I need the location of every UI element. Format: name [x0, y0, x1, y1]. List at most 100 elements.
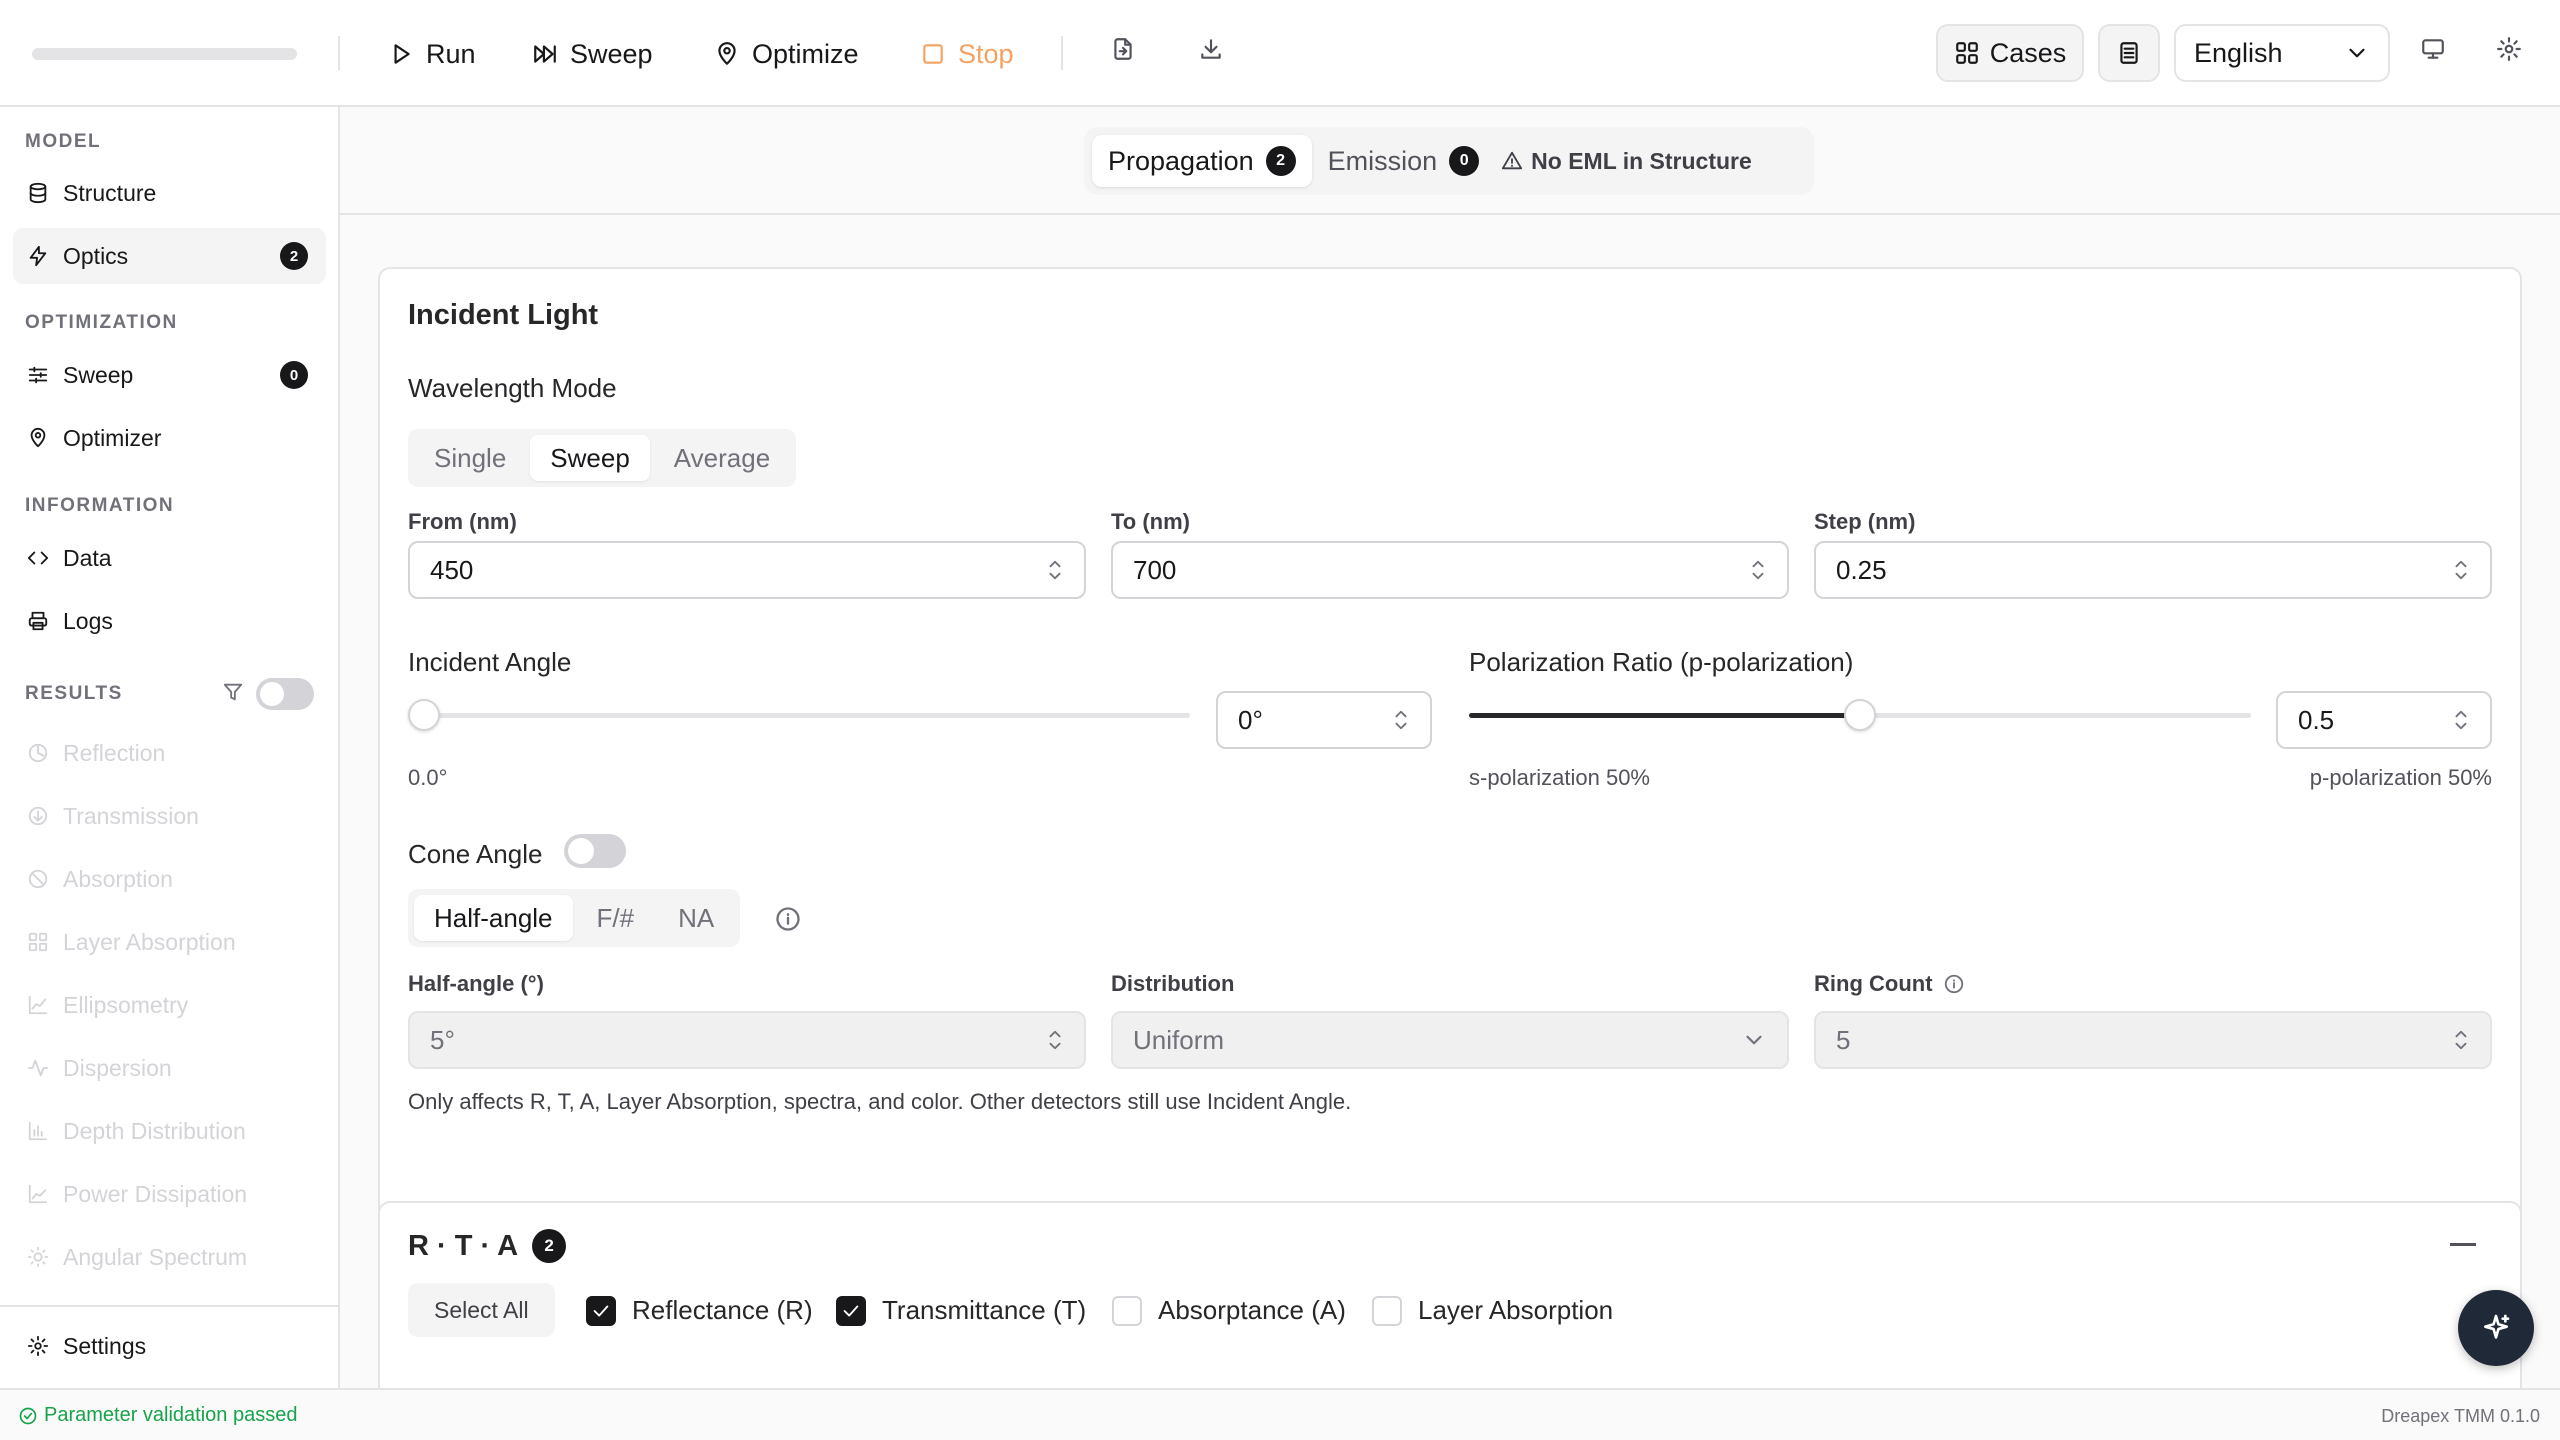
checkbox-absorptance[interactable]: Absorptance (A)	[1112, 1295, 1346, 1326]
run-button[interactable]: Run	[388, 30, 476, 78]
stop-button[interactable]: Stop	[920, 30, 1014, 78]
checkbox-layer-absorption[interactable]: Layer Absorption	[1372, 1295, 1613, 1326]
sidebar-item-label: Absorption	[63, 865, 173, 892]
mode-sweep[interactable]: Sweep	[530, 435, 650, 481]
to-input[interactable]: 700	[1111, 541, 1789, 599]
sidebar-item-absorption[interactable]: Absorption	[13, 851, 326, 907]
from-input[interactable]: 450	[408, 541, 1086, 599]
incident-angle-input[interactable]: 0°	[1216, 691, 1432, 749]
from-label: From (nm)	[408, 509, 517, 534]
warning-text: No EML in Structure	[1531, 147, 1752, 174]
sidebar-item-layer-absorption[interactable]: Layer Absorption	[13, 914, 326, 970]
spinner-icon[interactable]	[2450, 549, 2472, 591]
sweep-button[interactable]: Sweep	[532, 30, 653, 78]
optimize-button[interactable]: Optimize	[714, 30, 859, 78]
sidebar-item-label: Transmission	[63, 802, 199, 829]
status-bar: Parameter validation passed Dreapex TMM …	[0, 1388, 2560, 1440]
sidebar-item-power-dissipation[interactable]: Power Dissipation	[13, 1166, 326, 1222]
slider-thumb[interactable]	[408, 699, 440, 731]
cone-mode-na[interactable]: NA	[658, 895, 734, 941]
sidebar-item-ellipsometry[interactable]: Ellipsometry	[13, 977, 326, 1033]
language-select[interactable]: English	[2174, 24, 2390, 82]
checkbox-transmittance[interactable]: Transmittance (T)	[836, 1295, 1086, 1326]
spinner-icon[interactable]	[1044, 1019, 1066, 1061]
display-button[interactable]	[2420, 36, 2446, 62]
sidebar-item-label: Reflection	[63, 739, 166, 766]
sidebar-item-reflection[interactable]: Reflection	[13, 725, 326, 781]
checkbox-box[interactable]	[836, 1295, 866, 1326]
checkbox-box[interactable]	[1372, 1295, 1402, 1326]
grid-icon	[1955, 42, 1978, 64]
spinner-icon[interactable]	[2450, 699, 2472, 741]
spinner-icon[interactable]	[1044, 549, 1066, 591]
info-icon[interactable]	[1943, 973, 1965, 995]
optimize-label: Optimize	[752, 38, 859, 69]
download-icon	[1201, 39, 1221, 59]
check-icon	[593, 1305, 609, 1316]
tab-propagation[interactable]: Propagation 2	[1092, 135, 1312, 187]
ai-assistant-button[interactable]	[2458, 1290, 2534, 1366]
sidebar-item-logs[interactable]: Logs	[13, 593, 326, 649]
checkbox-box[interactable]	[586, 1295, 616, 1326]
spinner-icon[interactable]	[1390, 699, 1412, 741]
sidebar-item-angular-spectrum[interactable]: Angular Spectrum	[13, 1229, 326, 1285]
code-icon	[27, 551, 49, 565]
incident-angle-slider[interactable]	[408, 699, 1190, 731]
checkbox-reflectance[interactable]: Reflectance (R)	[586, 1295, 813, 1326]
step-input[interactable]: 0.25	[1814, 541, 2492, 599]
download-button[interactable]	[1198, 36, 1224, 62]
rta-title-row: R · T · A 2	[408, 1229, 567, 1263]
import-button[interactable]	[1110, 36, 1136, 62]
sidebar-item-settings[interactable]: Settings	[13, 1318, 326, 1374]
sidebar-item-depth-distribution[interactable]: Depth Distribution	[13, 1103, 326, 1159]
settings-button[interactable]	[2496, 36, 2522, 62]
sun-icon	[27, 1246, 49, 1268]
sidebar-item-optimizer[interactable]: Optimizer	[13, 410, 326, 466]
slider-fill	[1469, 713, 1860, 718]
cone-mode-half-angle[interactable]: Half-angle	[414, 895, 573, 941]
mode-average[interactable]: Average	[654, 435, 790, 481]
wavelength-mode-label: Wavelength Mode	[408, 373, 617, 403]
half-angle-input[interactable]: 5°	[408, 1011, 1086, 1069]
validation-message: Parameter validation passed	[44, 1404, 298, 1426]
cone-angle-toggle[interactable]	[564, 834, 626, 868]
layers-grid-icon	[28, 932, 48, 952]
rta-card: R · T · A 2 Select All Reflectance (R) T…	[378, 1201, 2522, 1388]
stop-label: Stop	[958, 38, 1014, 69]
slider-thumb[interactable]	[1844, 699, 1876, 731]
tab-label: Propagation	[1108, 145, 1254, 176]
document-button[interactable]	[2098, 24, 2160, 82]
spinner-icon[interactable]	[1747, 549, 1769, 591]
select-all-button[interactable]: Select All	[408, 1283, 555, 1337]
cone-angle-label: Cone Angle	[408, 839, 543, 869]
distribution-select[interactable]: Uniform	[1111, 1011, 1789, 1069]
mode-single[interactable]: Single	[414, 435, 526, 481]
distribution-value: Uniform	[1133, 1024, 1225, 1055]
cone-mode-f-number[interactable]: F/#	[577, 895, 655, 941]
sidebar-item-structure[interactable]: Structure	[13, 165, 326, 221]
polarization-slider[interactable]	[1469, 699, 2251, 731]
polarization-input[interactable]: 0.5	[2276, 691, 2492, 749]
propagation-count-badge: 2	[1265, 146, 1296, 176]
ring-count-input[interactable]: 5	[1814, 1011, 2492, 1069]
cone-angle-note: Only affects R, T, A, Layer Absorption, …	[408, 1089, 1352, 1114]
gear-icon	[2497, 37, 2521, 61]
cases-button[interactable]: Cases	[1936, 24, 2084, 82]
toolbar-divider	[338, 36, 340, 70]
emission-warning: No EML in Structure	[1501, 148, 1752, 175]
sidebar-item-transmission[interactable]: Transmission	[13, 788, 326, 844]
checkbox-box[interactable]	[1112, 1295, 1142, 1326]
sidebar-item-data[interactable]: Data	[13, 530, 326, 586]
cone-info-button[interactable]	[774, 905, 802, 933]
results-filter-toggle[interactable]	[256, 678, 314, 710]
sidebar-item-dispersion[interactable]: Dispersion	[13, 1040, 326, 1096]
checkbox-label: Reflectance (R)	[632, 1295, 813, 1325]
sidebar-item-optics[interactable]: Optics 2	[13, 228, 326, 284]
tab-emission[interactable]: Emission 0	[1312, 135, 1496, 187]
results-filter-button[interactable]	[222, 681, 244, 703]
sidebar-item-sweep[interactable]: Sweep 0	[13, 347, 326, 403]
sweep-label: Sweep	[570, 38, 653, 69]
spinner-icon[interactable]	[2450, 1019, 2472, 1061]
sidebar-divider	[0, 1305, 338, 1307]
collapse-button[interactable]	[2450, 1243, 2476, 1246]
